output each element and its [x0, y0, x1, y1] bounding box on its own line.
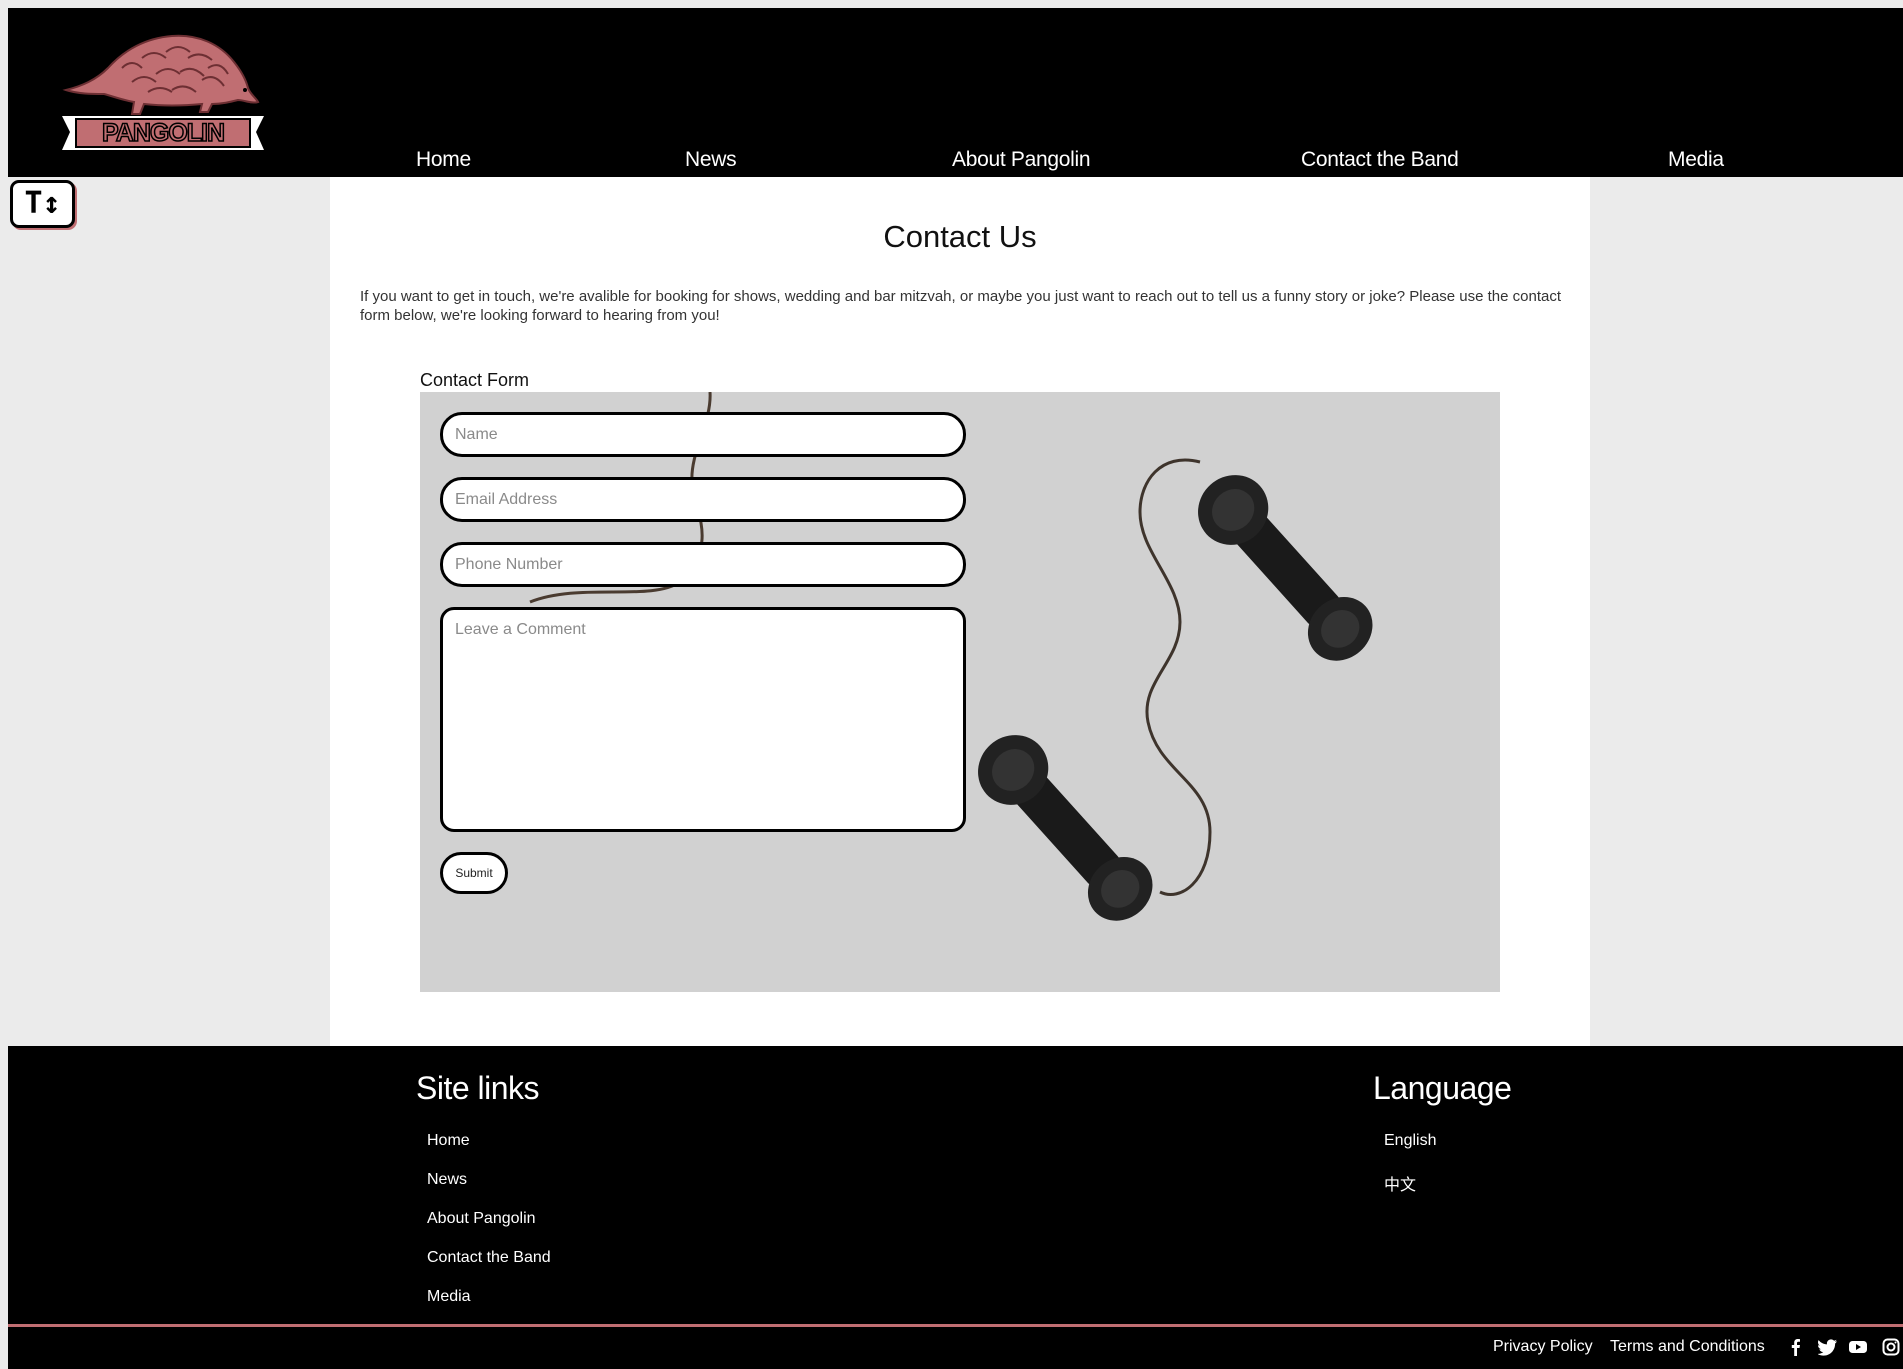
footer-divider: [8, 1324, 1903, 1327]
page: PANGOLIN Home News About Pangolin Contac…: [8, 8, 1903, 1369]
footer-link-contact[interactable]: Contact the Band: [427, 1249, 551, 1267]
language-english[interactable]: English: [1384, 1132, 1436, 1150]
intro-text: If you want to get in touch, we're avali…: [360, 288, 1562, 324]
nav-contact[interactable]: Contact the Band: [1301, 148, 1459, 172]
footer-link-news[interactable]: News: [427, 1171, 467, 1189]
name-input[interactable]: [440, 412, 966, 457]
site-footer: Site links Home News About Pangolin Cont…: [8, 1046, 1903, 1369]
language-chinese[interactable]: 中文: [1384, 1171, 1416, 1195]
facebook-icon[interactable]: [1786, 1338, 1806, 1356]
contact-form-label: Contact Form: [420, 370, 530, 390]
nav-about[interactable]: About Pangolin: [952, 148, 1091, 172]
comment-textarea[interactable]: [440, 607, 966, 832]
site-header: PANGOLIN Home News About Pangolin Contac…: [8, 8, 1903, 177]
main-content: Contact Us If you want to get in touch, …: [330, 177, 1590, 1046]
email-input[interactable]: [440, 477, 966, 522]
nav-home[interactable]: Home: [416, 148, 471, 172]
submit-button[interactable]: Submit: [440, 852, 508, 894]
main-nav: Home News About Pangolin Contact the Ban…: [8, 148, 1903, 178]
privacy-policy-link[interactable]: Privacy Policy: [1493, 1338, 1593, 1356]
font-size-toggle[interactable]: T↕: [10, 180, 75, 228]
instagram-icon[interactable]: [1882, 1338, 1900, 1356]
page-title: Contact Us: [883, 219, 1037, 254]
terms-link[interactable]: Terms and Conditions: [1610, 1338, 1765, 1356]
nav-media[interactable]: Media: [1668, 148, 1724, 172]
phone-input[interactable]: [440, 542, 966, 587]
pangolin-logo[interactable]: PANGOLIN: [62, 28, 264, 156]
twitter-icon[interactable]: [1818, 1338, 1838, 1356]
footer-link-home[interactable]: Home: [427, 1132, 470, 1150]
youtube-icon[interactable]: [1848, 1338, 1868, 1356]
site-links-heading: Site links: [416, 1070, 540, 1106]
footer-link-about[interactable]: About Pangolin: [427, 1210, 536, 1228]
nav-news[interactable]: News: [685, 148, 737, 172]
text-size-icon: T↕: [24, 186, 61, 221]
language-heading: Language: [1373, 1070, 1512, 1106]
contact-form: Submit: [420, 392, 1500, 992]
footer-link-media[interactable]: Media: [427, 1288, 471, 1306]
logo-wordmark: PANGOLIN: [101, 118, 226, 148]
